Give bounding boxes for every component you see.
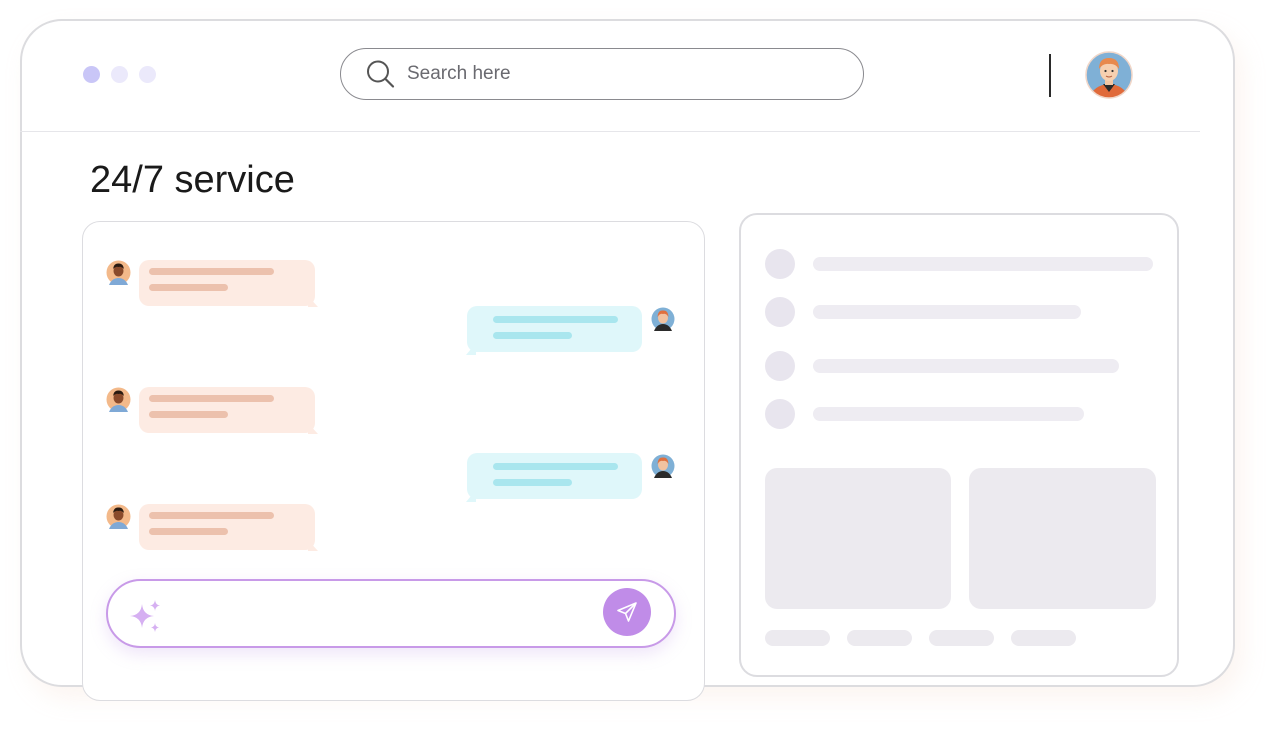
skeleton-avatar <box>765 249 795 279</box>
skeleton-line <box>813 257 1153 271</box>
user-avatar-icon <box>651 454 675 478</box>
skeleton-line <box>813 359 1119 373</box>
skeleton-tag <box>1011 630 1076 646</box>
skeleton-card <box>969 468 1156 609</box>
incoming-message-bubble <box>139 260 315 306</box>
message-line <box>149 395 274 402</box>
message-line <box>149 411 228 418</box>
message-line <box>493 316 618 323</box>
agent-avatar-icon <box>106 504 131 529</box>
message-line <box>493 479 572 486</box>
message-input[interactable] <box>106 579 676 648</box>
skeleton-line <box>813 305 1081 319</box>
bubble-tail <box>308 540 318 551</box>
message-line <box>149 512 274 519</box>
page-title: 24/7 service <box>90 159 295 201</box>
sparkle-icon <box>130 600 160 632</box>
bubble-tail <box>466 490 476 502</box>
outgoing-message-bubble <box>467 453 642 499</box>
message-line <box>149 284 228 291</box>
user-avatar-icon <box>651 307 675 331</box>
incoming-message-bubble <box>139 504 315 550</box>
window-dot-3 <box>139 66 156 83</box>
send-button[interactable] <box>603 588 651 636</box>
skeleton-avatar <box>765 351 795 381</box>
message-line <box>149 528 228 535</box>
bubble-tail <box>308 296 318 307</box>
skeleton-tag <box>847 630 912 646</box>
message-line <box>149 268 274 275</box>
outgoing-message-bubble <box>467 306 642 352</box>
skeleton-line <box>813 407 1084 421</box>
search-placeholder: Search here <box>407 63 511 84</box>
header-separator <box>20 131 1200 132</box>
skeleton-avatar <box>765 399 795 429</box>
skeleton-tag <box>765 630 830 646</box>
window-dot-1 <box>83 66 100 83</box>
message-line <box>493 332 572 339</box>
bubble-tail <box>466 343 476 355</box>
agent-avatar-icon <box>106 260 131 285</box>
search-icon <box>367 60 395 88</box>
bubble-tail <box>308 423 318 434</box>
window-dot-2 <box>111 66 128 83</box>
skeleton-card <box>765 468 951 609</box>
skeleton-tag <box>929 630 994 646</box>
message-line <box>493 463 618 470</box>
search-input[interactable]: Search here <box>340 48 864 100</box>
incoming-message-bubble <box>139 387 315 433</box>
agent-avatar-icon <box>106 387 131 412</box>
send-icon <box>617 602 637 622</box>
header-divider <box>1049 54 1051 97</box>
profile-avatar[interactable] <box>1085 51 1133 99</box>
skeleton-avatar <box>765 297 795 327</box>
